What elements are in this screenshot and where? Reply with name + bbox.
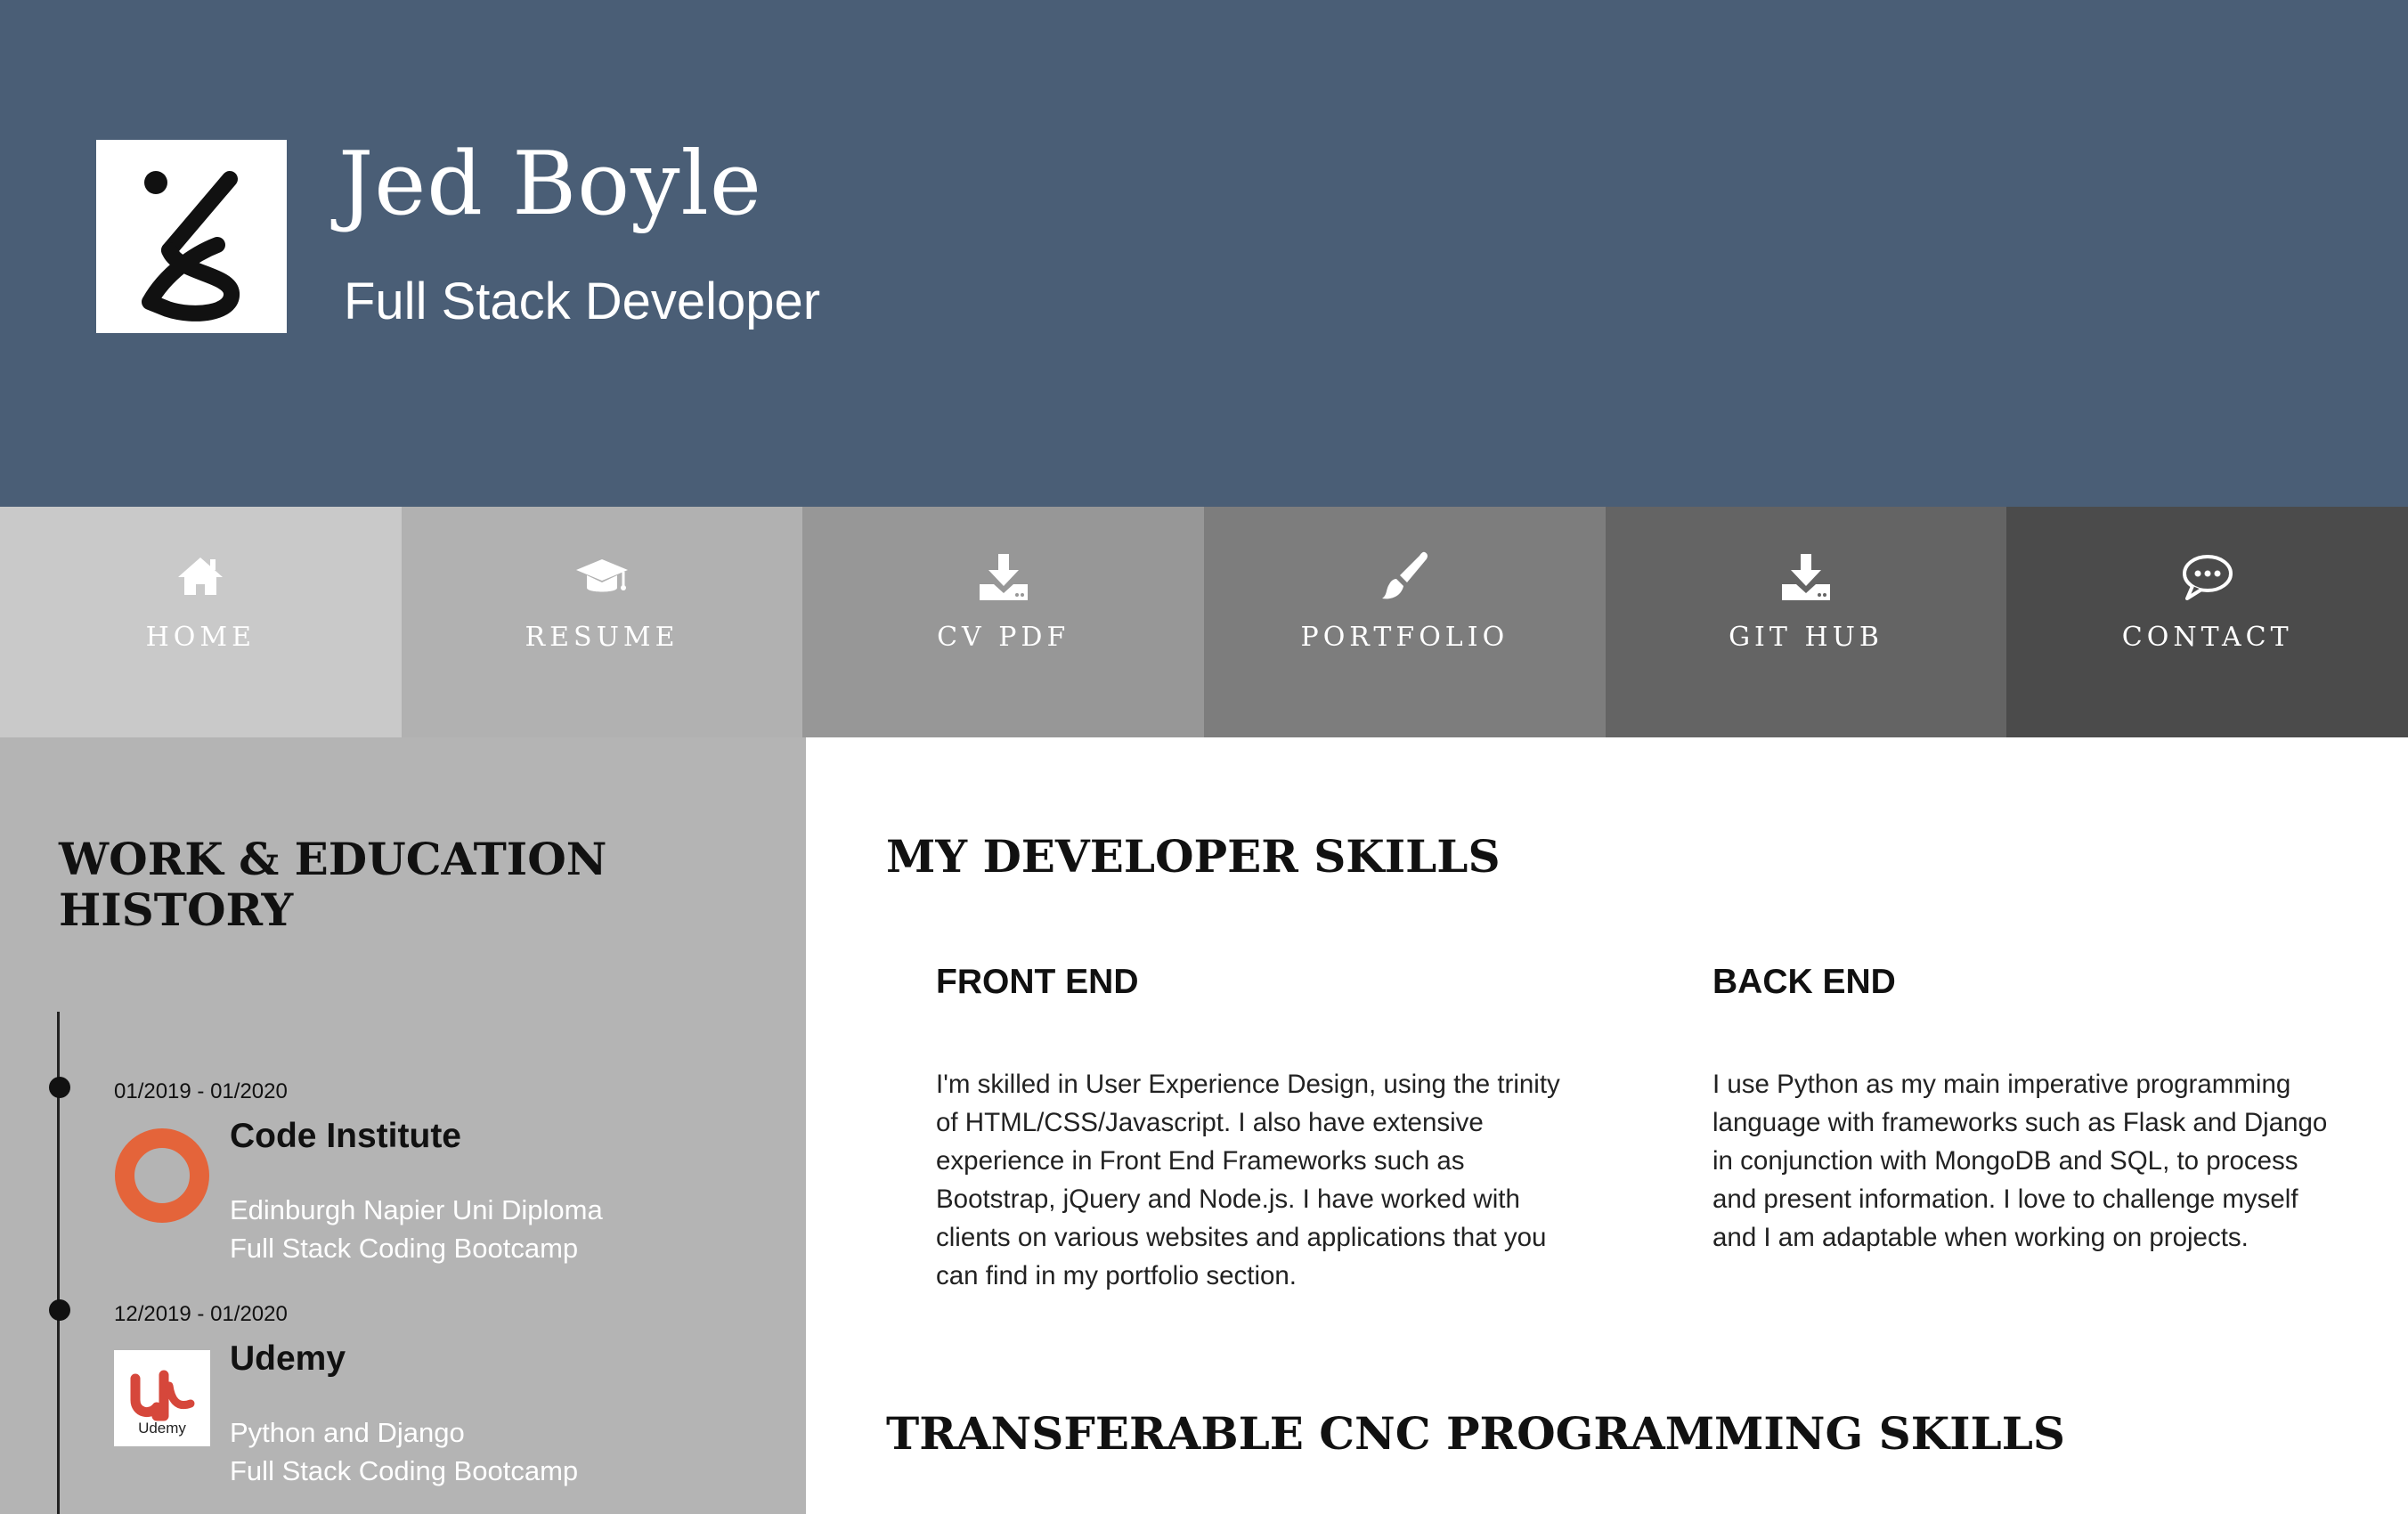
page-header: Jed Boyle Full Stack Developer: [0, 0, 2408, 507]
text-line: and I am adaptable when working on proje…: [1712, 1223, 2249, 1252]
back-end-text: I use Python as my main imperative progr…: [1712, 1065, 2389, 1257]
graduation-cap-icon: [574, 549, 630, 604]
timeline-dot: [49, 1077, 70, 1098]
entry-detail: Python and Django: [230, 1417, 465, 1448]
text-line: I use Python as my main imperative progr…: [1712, 1070, 2291, 1099]
cnc-heading: TRANSFERABLE CNC PROGRAMMING SKILLS: [886, 1407, 2065, 1460]
nav-label: CV PDF: [937, 622, 1070, 653]
skills-heading: MY DEVELOPER SKILLS: [886, 830, 1501, 883]
text-line: experience in Front End Frameworks such …: [936, 1146, 1465, 1176]
nav-label: PORTFOLIO: [1300, 622, 1509, 653]
back-end-heading: BACK END: [1712, 963, 1896, 1001]
download-icon: [1778, 549, 1834, 604]
nav-label: RESUME: [525, 622, 679, 653]
entry-detail: Full Stack Coding Bootcamp: [230, 1233, 579, 1264]
text-line: clients on various websites and applicat…: [936, 1223, 1547, 1252]
nav-label: HOME: [145, 622, 256, 653]
front-end-text: I'm skilled in User Experience Design, u…: [936, 1065, 1648, 1295]
page-subtitle: Full Stack Developer: [344, 273, 821, 330]
entry-title: Code Institute: [230, 1117, 461, 1155]
timeline-dot: [49, 1299, 70, 1321]
nav-cv-pdf[interactable]: CV PDF: [802, 507, 1205, 737]
chat-bubble-icon: [2180, 549, 2235, 604]
text-line: Bootstrap, jQuery and Node.js. I have wo…: [936, 1184, 1520, 1214]
nav-portfolio[interactable]: PORTFOLIO: [1204, 507, 1606, 737]
nav-contact[interactable]: CONTACT: [2006, 507, 2408, 737]
entry-detail: Full Stack Coding Bootcamp: [230, 1455, 579, 1486]
jb-monogram-icon[interactable]: [96, 140, 287, 333]
entry-date: 12/2019 - 01/2020: [114, 1302, 288, 1326]
history-sidebar: WORK & EDUCATION HISTORY 01/2019 - 01/20…: [0, 737, 806, 1514]
text-line: language with frameworks such as Flask a…: [1712, 1108, 2328, 1137]
udemy-logo-icon: Udemy: [114, 1350, 210, 1446]
text-line: of HTML/CSS/Javascript. I also have exte…: [936, 1108, 1484, 1137]
paintbrush-icon: [1377, 549, 1432, 604]
text-line: can find in my portfolio section.: [936, 1261, 1298, 1290]
text-line: and present information. I love to chall…: [1712, 1184, 2298, 1214]
section-title: WORK & EDUCATION HISTORY: [59, 833, 607, 936]
text-line: in conjunction with MongoDB and SQL, to …: [1712, 1146, 2298, 1176]
home-icon: [173, 549, 228, 604]
text-line: I'm skilled in User Experience Design, u…: [936, 1070, 1560, 1099]
nav-resume[interactable]: RESUME: [401, 507, 803, 737]
front-end-heading: FRONT END: [936, 963, 1139, 1001]
code-institute-logo-icon: [114, 1127, 210, 1224]
download-icon: [976, 549, 1031, 604]
nav-label: CONTACT: [2121, 622, 2293, 653]
nav-label: GIT HUB: [1729, 622, 1883, 653]
entry-detail: Edinburgh Napier Uni Diploma: [230, 1194, 603, 1225]
page-title: Jed Boyle: [338, 134, 762, 235]
nav-github[interactable]: GIT HUB: [1605, 507, 2007, 737]
udemy-logo-text: Udemy: [138, 1420, 186, 1437]
entry-title: Udemy: [230, 1339, 346, 1378]
main-nav: HOME RESUME CV PDF PORTFOLIO GIT HUB CON…: [0, 507, 2408, 737]
nav-home[interactable]: HOME: [0, 507, 402, 737]
entry-date: 01/2019 - 01/2020: [114, 1079, 288, 1103]
